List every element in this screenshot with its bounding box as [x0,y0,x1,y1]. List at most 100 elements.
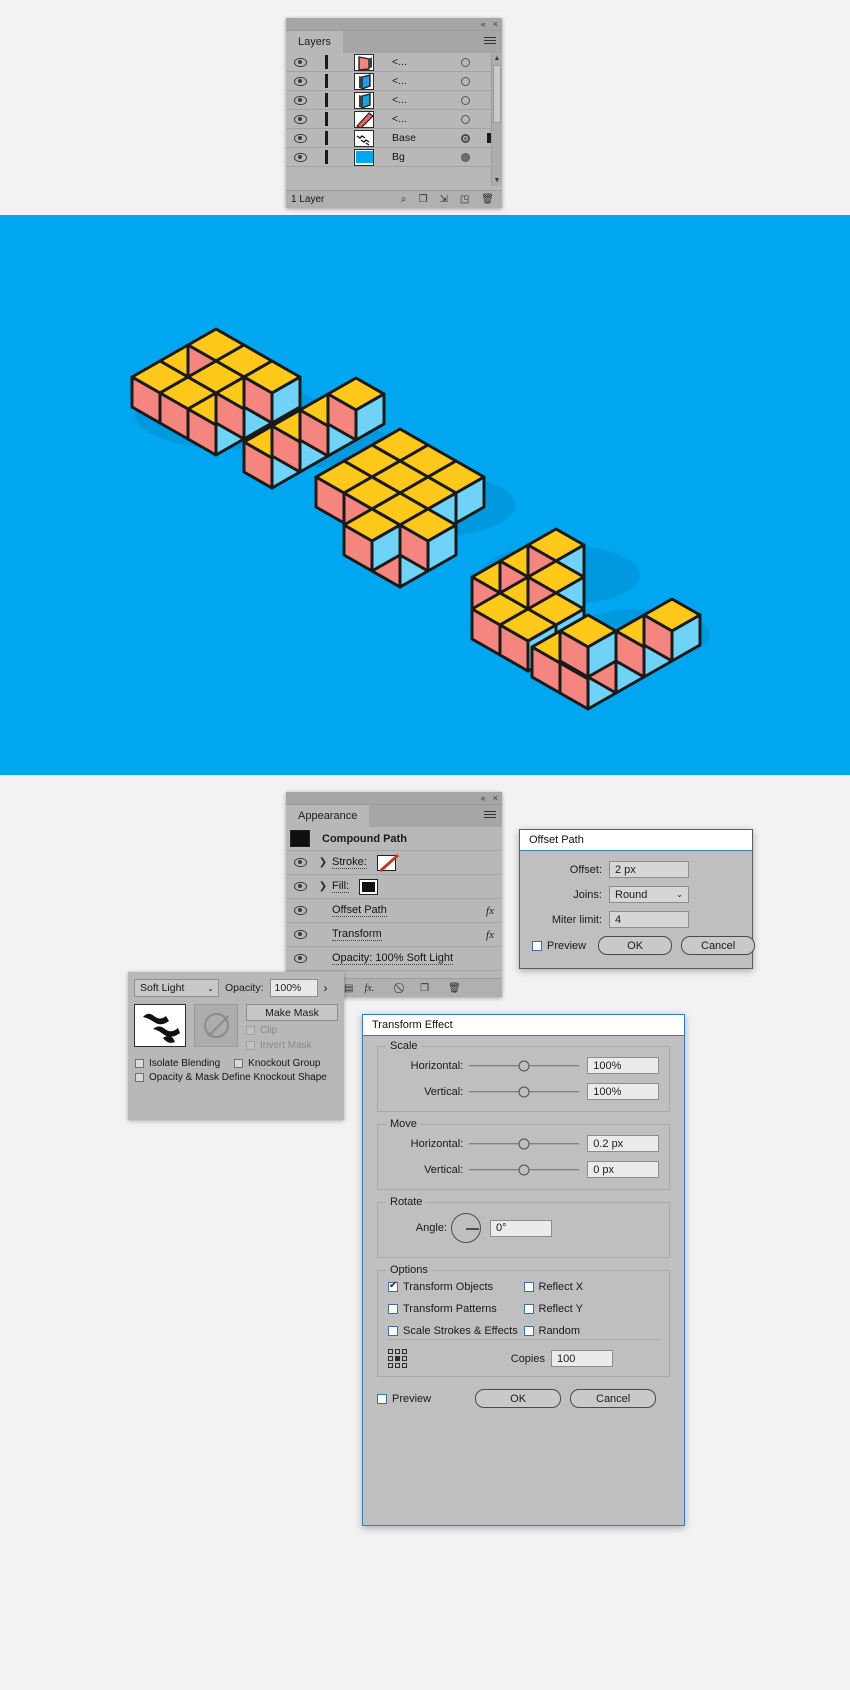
layer-target-indicator[interactable] [448,114,482,124]
opacity-knockout-checkbox[interactable] [135,1073,144,1082]
transform-effect-titlebar[interactable]: Transform Effect [363,1015,684,1036]
layer-visibility-toggle[interactable] [286,114,314,124]
add-new-stroke-icon[interactable]: ▤ [344,983,353,994]
appearance-visibility-toggle[interactable] [286,954,314,963]
make-mask-button[interactable]: Make Mask [246,1004,338,1021]
scale-horizontal-slider[interactable] [469,1060,580,1072]
appearance-visibility-toggle[interactable] [286,858,314,867]
close-icon[interactable]: × [493,793,498,803]
collapse-icon[interactable]: « [481,793,486,803]
rotate-angle-input[interactable]: 0° [490,1219,552,1237]
collapse-icon[interactable]: « [481,19,486,29]
scroll-down-icon[interactable]: ▼ [492,175,502,186]
layer-thumbnail[interactable] [338,148,390,166]
appearance-visibility-toggle[interactable] [286,882,314,891]
appearance-visibility-toggle[interactable] [286,930,314,939]
tab-appearance[interactable]: Appearance [286,805,370,827]
stroke-color-swatch[interactable] [376,854,396,871]
appearance-visibility-toggle[interactable] [286,906,314,915]
panel-menu-icon[interactable] [484,811,496,820]
miter-limit-input[interactable]: 4 [609,911,689,928]
layer-visibility-toggle[interactable] [286,95,314,105]
layer-row[interactable]: <... [286,91,502,110]
option-checkbox[interactable] [523,1326,534,1336]
make-clipping-mask-icon[interactable]: ❐ [418,194,427,205]
tab-layers[interactable]: Layers [286,31,344,53]
move-horizontal-input[interactable]: 0.2 px [587,1135,659,1152]
transform-preview-row[interactable]: Preview [377,1393,431,1405]
clip-checkbox[interactable] [246,1026,255,1035]
isolate-blending-row[interactable]: Isolate Blending [135,1058,220,1069]
option-checkbox-row[interactable]: Random [523,1325,660,1337]
invert-mask-checkbox[interactable] [246,1041,255,1050]
move-vertical-input[interactable]: 0 px [587,1161,659,1178]
option-checkbox-row[interactable]: Reflect X [523,1281,660,1293]
fill-color-swatch[interactable] [359,878,379,895]
delete-item-icon[interactable]: 🗑 [448,983,461,994]
opacity-input[interactable]: 100% [269,979,318,997]
layers-scrollbar[interactable]: ▲ ▼ [491,53,502,186]
layer-thumbnail[interactable] [338,72,390,90]
option-checkbox[interactable] [523,1282,534,1292]
effect-options-icon[interactable]: fx [486,905,502,917]
option-checkbox[interactable] [523,1304,534,1314]
create-sublayer-icon[interactable]: ⇲ [439,194,447,205]
scale-horizontal-input[interactable]: 100% [587,1057,659,1074]
transform-cancel-button[interactable]: Cancel [570,1389,657,1408]
clip-checkbox-row[interactable]: Clip [246,1025,338,1036]
blend-mode-select[interactable]: Soft Light ⌄ [134,979,219,997]
layer-target-indicator[interactable] [448,76,482,86]
canvas-artboard[interactable] [0,215,850,775]
knockout-group-row[interactable]: Knockout Group [234,1058,320,1069]
close-icon[interactable]: × [493,19,498,29]
offset-preview-checkbox[interactable] [532,940,542,951]
move-vertical-slider[interactable] [469,1164,580,1176]
layer-row[interactable]: <... [286,53,502,72]
expand-arrow-icon[interactable]: ❯ [314,857,332,868]
layer-thumbnail[interactable] [338,110,390,128]
transparency-thumbnail[interactable] [134,1004,186,1047]
layer-row[interactable]: Base [286,129,502,148]
layer-target-indicator[interactable] [448,57,482,67]
layer-thumbnail[interactable] [338,91,390,109]
option-checkbox-row[interactable]: Reflect Y [523,1303,660,1315]
add-new-effect-icon[interactable]: fx. [364,983,374,994]
layer-target-indicator[interactable] [448,95,482,105]
layer-visibility-toggle[interactable] [286,133,314,143]
appearance-row[interactable]: Opacity: 100% Soft Light [286,947,502,971]
option-checkbox[interactable] [388,1280,398,1292]
transform-preview-checkbox[interactable] [377,1393,387,1404]
appearance-row[interactable]: ❯ Fill: [286,875,502,899]
layer-row[interactable]: <... [286,72,502,91]
layers-panel-dragbar[interactable]: « × [286,18,502,31]
layer-row[interactable]: <... [286,110,502,129]
angle-dial[interactable] [451,1213,481,1243]
create-new-layer-icon[interactable]: ◳ [460,194,469,205]
layer-thumbnail[interactable] [338,53,390,71]
appearance-panel-dragbar[interactable]: « × [286,792,502,805]
option-checkbox-row[interactable]: Transform Objects [388,1280,524,1293]
option-checkbox[interactable] [388,1326,398,1336]
offset-ok-button[interactable]: OK [598,936,673,955]
appearance-row[interactable]: Offset Path fx [286,899,502,923]
scale-vertical-slider[interactable] [469,1086,580,1098]
layer-target-indicator[interactable] [448,152,482,162]
scale-vertical-input[interactable]: 100% [587,1083,659,1100]
invert-mask-checkbox-row[interactable]: Invert Mask [246,1040,338,1051]
duplicate-item-icon[interactable]: ❐ [420,983,429,994]
offset-input[interactable]: 2 px [609,861,689,878]
object-fill-swatch[interactable] [290,830,310,847]
effect-options-icon[interactable]: fx [486,929,502,941]
move-horizontal-slider[interactable] [469,1138,580,1150]
layer-target-indicator[interactable] [448,133,482,143]
panel-menu-icon[interactable] [484,37,496,46]
copies-input[interactable]: 100 [551,1350,613,1367]
delete-selection-icon[interactable]: 🗑 [481,194,494,205]
transform-ok-button[interactable]: OK [475,1389,562,1408]
layer-visibility-toggle[interactable] [286,152,314,162]
opacity-stepper-icon[interactable]: › [324,981,328,995]
layer-visibility-toggle[interactable] [286,76,314,86]
locate-object-icon[interactable]: ⌕ [401,194,407,205]
layer-row[interactable]: Bg [286,148,502,167]
option-checkbox-row[interactable]: Transform Patterns [388,1303,524,1315]
